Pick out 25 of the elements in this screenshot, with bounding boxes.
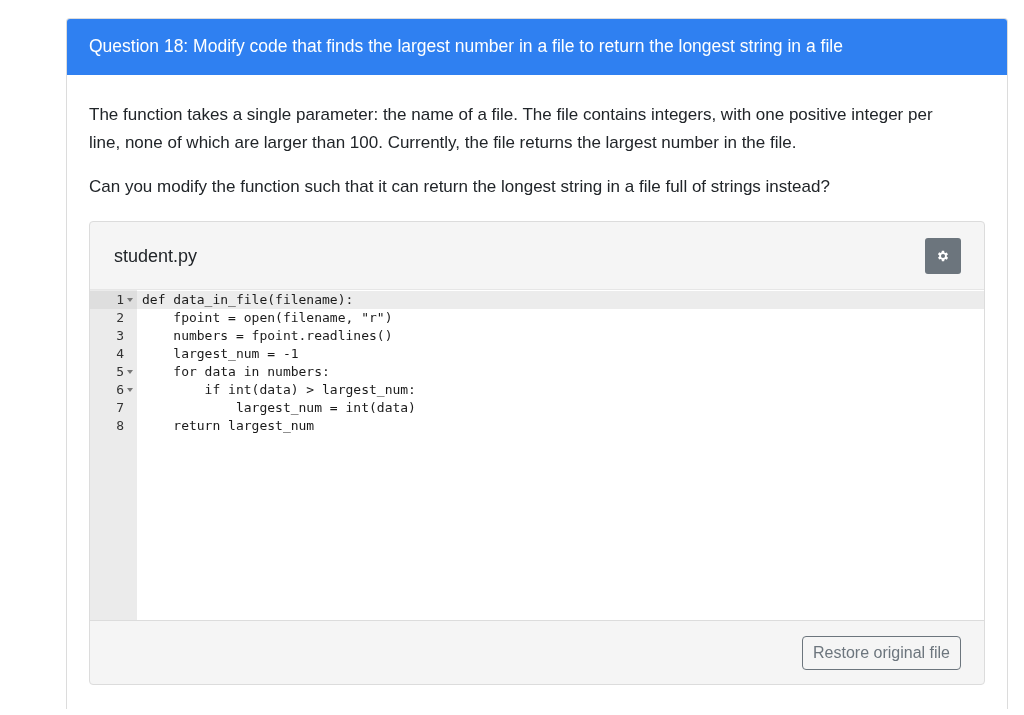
- line-number: 5: [116, 363, 124, 381]
- line-number: 7: [116, 399, 124, 417]
- fold-caret-icon[interactable]: [126, 369, 134, 375]
- code-line: for data in numbers:: [172, 363, 331, 381]
- settings-button[interactable]: [925, 238, 961, 274]
- fold-caret-icon[interactable]: [126, 297, 134, 303]
- fold-caret-icon[interactable]: [126, 387, 134, 393]
- line-number: 3: [116, 327, 124, 345]
- settings-icon: [936, 249, 950, 263]
- file-name: student.py: [114, 245, 198, 267]
- restore-button[interactable]: Restore original file: [802, 636, 961, 670]
- line-number: 4: [116, 345, 124, 363]
- question-text: The function takes a single parameter: the name of a file. The file contains integers, with one positive integer per line, none of which are larger than 100. Currently, the file returns the largest number in the file.: [89, 104, 934, 154]
- question-text: Can you modify the function such that it can return the longest string in a file full of strings instead?: [89, 176, 831, 198]
- question-title: Question 18: Modify code that finds the largest number in a file to return the longest string in a file: [67, 19, 1007, 75]
- code-line: numbers = fpoint.readlines(): [172, 327, 394, 345]
- line-number: 8: [116, 417, 124, 435]
- code-line: if int(data) > largest_num:: [203, 381, 417, 399]
- code-line: fpoint = open(filename, "r"): [172, 309, 394, 327]
- code-line: largest_num = int(data): [234, 399, 417, 417]
- line-number: 6: [116, 381, 124, 399]
- line-number: 1: [116, 291, 124, 309]
- code-line: largest_num = -1: [172, 345, 300, 363]
- line-number: 2: [116, 309, 124, 327]
- code-line: return largest_num: [172, 417, 316, 435]
